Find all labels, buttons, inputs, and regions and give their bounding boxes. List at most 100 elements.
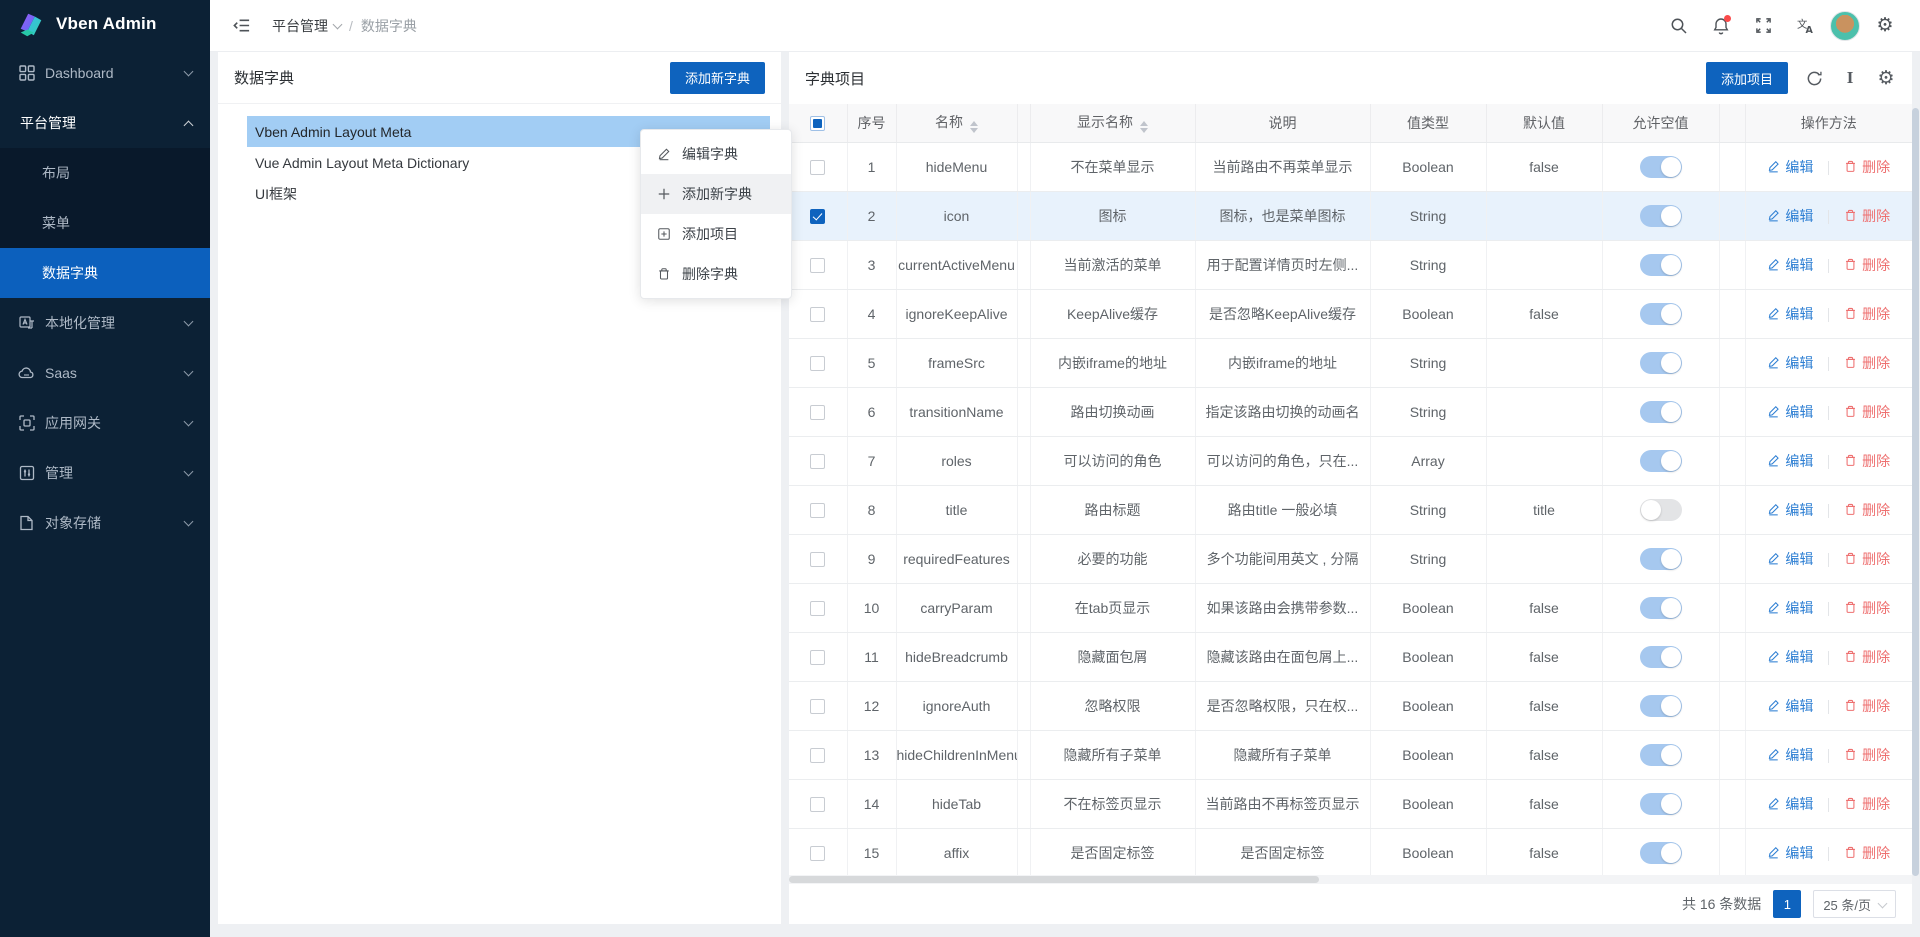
context-menu-item-add-dictionary[interactable]: 添加新字典: [641, 174, 791, 214]
delete-button[interactable]: 删除: [1844, 647, 1890, 667]
nullable-toggle[interactable]: [1640, 156, 1682, 178]
row-checkbox[interactable]: [810, 503, 825, 518]
row-checkbox[interactable]: [810, 160, 825, 175]
delete-button[interactable]: 删除: [1844, 157, 1890, 177]
row-checkbox[interactable]: [810, 405, 825, 420]
row-checkbox[interactable]: [810, 650, 825, 665]
sidebar-item-gateway[interactable]: 应用网关: [0, 398, 210, 448]
nullable-toggle[interactable]: [1640, 352, 1682, 374]
sidebar-item-data-dictionary[interactable]: 数据字典: [0, 248, 210, 298]
column-header-name[interactable]: 名称: [896, 104, 1017, 142]
nullable-toggle[interactable]: [1640, 401, 1682, 423]
row-height-icon[interactable]: I: [1840, 68, 1860, 88]
edit-button[interactable]: 编辑: [1767, 647, 1813, 667]
cell-spacer: [1719, 485, 1745, 534]
action-divider: [1828, 553, 1829, 567]
context-menu-item-add-item[interactable]: 添加项目: [641, 214, 791, 254]
edit-button[interactable]: 编辑: [1767, 255, 1813, 275]
edit-button[interactable]: 编辑: [1767, 304, 1813, 324]
nullable-toggle[interactable]: [1640, 744, 1682, 766]
sidebar-item-menu[interactable]: 菜单: [0, 198, 210, 248]
edit-button[interactable]: 编辑: [1767, 451, 1813, 471]
delete-button[interactable]: 删除: [1844, 304, 1890, 324]
nullable-toggle[interactable]: [1640, 205, 1682, 227]
settings-gear-icon[interactable]: ⚙: [1868, 9, 1902, 43]
row-checkbox[interactable]: [810, 209, 825, 224]
delete-button[interactable]: 删除: [1844, 353, 1890, 373]
delete-button[interactable]: 删除: [1844, 451, 1890, 471]
row-checkbox[interactable]: [810, 699, 825, 714]
breadcrumb-level1[interactable]: 平台管理: [272, 16, 341, 36]
fullscreen-icon[interactable]: [1746, 9, 1780, 43]
translate-icon[interactable]: 文 A: [1788, 9, 1822, 43]
delete-button[interactable]: 删除: [1844, 598, 1890, 618]
row-checkbox[interactable]: [810, 846, 825, 861]
edit-button[interactable]: 编辑: [1767, 843, 1813, 863]
sidebar-item-localization[interactable]: 本地化管理: [0, 298, 210, 348]
app-logo[interactable]: Vben Admin: [0, 0, 210, 48]
delete-button[interactable]: 删除: [1844, 549, 1890, 569]
sort-icons[interactable]: [970, 121, 978, 133]
add-dictionary-button[interactable]: 添加新字典: [670, 62, 765, 94]
row-checkbox[interactable]: [810, 552, 825, 567]
edit-button[interactable]: 编辑: [1767, 500, 1813, 520]
horizontal-scrollbar-thumb[interactable]: [789, 876, 1319, 883]
add-item-button[interactable]: 添加项目: [1706, 62, 1788, 94]
edit-button[interactable]: 编辑: [1767, 696, 1813, 716]
delete-button[interactable]: 删除: [1844, 500, 1890, 520]
edit-button[interactable]: 编辑: [1767, 745, 1813, 765]
sidebar-item-layout[interactable]: 布局: [0, 148, 210, 198]
delete-button[interactable]: 删除: [1844, 696, 1890, 716]
edit-button[interactable]: 编辑: [1767, 353, 1813, 373]
user-avatar[interactable]: [1830, 11, 1860, 41]
nullable-toggle[interactable]: [1640, 254, 1682, 276]
page-size-select[interactable]: 25 条/页: [1813, 890, 1896, 918]
sidebar-item-dashboard[interactable]: Dashboard: [0, 48, 210, 98]
sidebar-item-object-storage[interactable]: 对象存储: [0, 498, 210, 548]
nullable-toggle[interactable]: [1640, 548, 1682, 570]
nullable-toggle[interactable]: [1640, 303, 1682, 325]
edit-button[interactable]: 编辑: [1767, 402, 1813, 422]
refresh-icon[interactable]: [1804, 68, 1824, 88]
column-header-display[interactable]: 显示名称: [1030, 104, 1195, 142]
horizontal-scrollbar[interactable]: [789, 875, 1912, 884]
edit-button[interactable]: 编辑: [1767, 549, 1813, 569]
page-1-button[interactable]: 1: [1773, 890, 1801, 918]
column-settings-gear-icon[interactable]: ⚙: [1876, 68, 1896, 88]
edit-button[interactable]: 编辑: [1767, 157, 1813, 177]
row-checkbox[interactable]: [810, 307, 825, 322]
nullable-toggle[interactable]: [1640, 499, 1682, 521]
notification-bell-icon[interactable]: [1704, 9, 1738, 43]
nullable-toggle[interactable]: [1640, 450, 1682, 472]
delete-button[interactable]: 删除: [1844, 402, 1890, 422]
row-checkbox[interactable]: [810, 356, 825, 371]
sort-icons[interactable]: [1140, 121, 1148, 133]
edit-button[interactable]: 编辑: [1767, 598, 1813, 618]
sidebar-item-platform[interactable]: 平台管理: [0, 98, 210, 148]
nullable-toggle[interactable]: [1640, 793, 1682, 815]
row-checkbox[interactable]: [810, 258, 825, 273]
context-menu-item-delete-dictionary[interactable]: 删除字典: [641, 254, 791, 294]
sidebar-item-saas[interactable]: Saas: [0, 348, 210, 398]
delete-button[interactable]: 删除: [1844, 206, 1890, 226]
delete-button[interactable]: 删除: [1844, 843, 1890, 863]
sidebar-item-admin[interactable]: 管理: [0, 448, 210, 498]
edit-button[interactable]: 编辑: [1767, 206, 1813, 226]
row-checkbox[interactable]: [810, 601, 825, 616]
nullable-toggle[interactable]: [1640, 695, 1682, 717]
vertical-scrollbar-thumb[interactable]: [1912, 108, 1919, 876]
edit-button[interactable]: 编辑: [1767, 794, 1813, 814]
nullable-toggle[interactable]: [1640, 646, 1682, 668]
context-menu-item-edit-dictionary[interactable]: 编辑字典: [641, 134, 791, 174]
select-all-checkbox[interactable]: [810, 116, 825, 131]
sidebar-collapse-button[interactable]: [224, 9, 258, 43]
search-icon[interactable]: [1662, 9, 1696, 43]
row-checkbox[interactable]: [810, 454, 825, 469]
delete-button[interactable]: 删除: [1844, 255, 1890, 275]
nullable-toggle[interactable]: [1640, 842, 1682, 864]
delete-button[interactable]: 删除: [1844, 794, 1890, 814]
delete-button[interactable]: 删除: [1844, 745, 1890, 765]
row-checkbox[interactable]: [810, 748, 825, 763]
nullable-toggle[interactable]: [1640, 597, 1682, 619]
row-checkbox[interactable]: [810, 797, 825, 812]
